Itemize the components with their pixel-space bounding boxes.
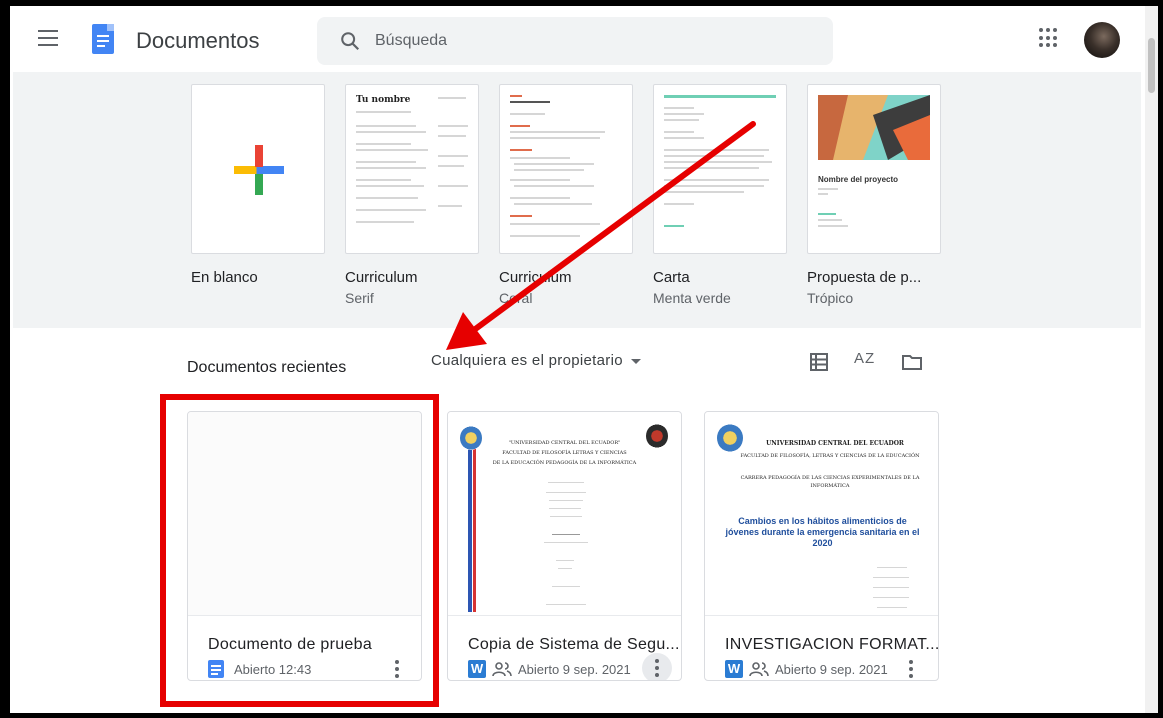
owner-filter-label: Cualquiera es el propietario <box>431 352 623 369</box>
template-name: Curriculum <box>345 269 418 286</box>
preview-faculty: FACULTAD DE FILOSOFÍA LETRAS Y CIENCIAS <box>502 450 627 456</box>
folder-picker-icon[interactable] <box>902 354 922 370</box>
template-thumbnail[interactable]: Tu nombre <box>345 84 479 254</box>
university-seal-icon <box>717 424 743 452</box>
template-curriculum-coral[interactable]: Curriculum Coral <box>499 84 633 306</box>
template-thumbnail[interactable] <box>499 84 633 254</box>
word-file-icon: W <box>725 660 743 678</box>
shared-users-icon <box>749 662 769 677</box>
app-title[interactable]: Documentos <box>136 28 260 54</box>
template-name: Carta <box>653 269 690 286</box>
preview-title: Cambios en los hábitos alimenticios de j… <box>725 516 920 548</box>
search-icon[interactable] <box>339 30 361 52</box>
more-options-icon[interactable] <box>899 655 923 680</box>
document-meta: W Abierto 9 sep. 2021 <box>725 660 888 678</box>
more-options-icon[interactable] <box>385 655 409 680</box>
template-thumbnail[interactable]: Nombre del proyecto <box>807 84 941 254</box>
app-window: Documentos Búsqueda En blanco Tu nombre … <box>10 6 1158 713</box>
document-card[interactable]: UNIVERSIDAD CENTRAL DEL ECUADOR FACULTAD… <box>704 411 939 681</box>
template-gallery: En blanco Tu nombre Curriculum Serif Cur… <box>13 72 1141 328</box>
template-blank[interactable]: En blanco <box>191 84 325 290</box>
top-bar: Documentos Búsqueda <box>10 6 1158 72</box>
document-card[interactable]: Documento de prueba Abierto 12:43 <box>187 411 422 681</box>
sort-az-icon[interactable]: AZ <box>854 350 875 367</box>
document-thumbnail[interactable]: "UNIVERSIDAD CENTRAL DEL ECUADOR" FACULT… <box>448 412 681 616</box>
owner-filter-dropdown[interactable]: Cualquiera es el propietario <box>431 352 641 369</box>
document-name: INVESTIGACION FORMAT... <box>725 636 939 653</box>
main-menu-icon[interactable] <box>38 30 58 46</box>
preview-university: UNIVERSIDAD CENTRAL DEL ECUADOR <box>766 440 904 447</box>
document-opened-time: Abierto 9 sep. 2021 <box>775 661 888 677</box>
preview-heading: Nombre del proyecto <box>818 175 899 184</box>
template-curriculum-serif[interactable]: Tu nombre Curriculum Serif <box>345 84 479 306</box>
template-name: En blanco <box>191 269 258 286</box>
page-scrollbar[interactable] <box>1145 6 1158 713</box>
scrollbar-thumb[interactable] <box>1148 38 1155 93</box>
tropico-artwork <box>818 95 930 160</box>
google-docs-icon <box>208 660 224 678</box>
preview-heading: Tu nombre <box>356 95 411 105</box>
template-propuesta[interactable]: Nombre del proyecto Propuesta de p... Tr… <box>807 84 941 306</box>
template-subtitle: Coral <box>499 290 533 306</box>
document-meta: Abierto 12:43 <box>208 660 311 678</box>
recent-documents-title: Documentos recientes <box>187 359 347 376</box>
word-file-icon: W <box>468 660 486 678</box>
template-carta[interactable]: Carta Menta verde <box>653 84 787 306</box>
document-opened-time: Abierto 12:43 <box>234 661 312 677</box>
preview-faculty: FACULTAD DE FILOSOFÍA, LETRAS Y CIENCIAS… <box>740 453 920 459</box>
document-name: Documento de prueba <box>208 636 373 653</box>
list-view-icon[interactable] <box>810 353 828 371</box>
preview-university: "UNIVERSIDAD CENTRAL DEL ECUADOR" <box>508 440 621 446</box>
preview-career: DE LA EDUCACIÓN PEDAGOGÍA DE LA INFORMÁT… <box>492 460 637 466</box>
caret-down-icon <box>630 358 641 364</box>
document-thumbnail[interactable]: UNIVERSIDAD CENTRAL DEL ECUADOR FACULTAD… <box>705 412 938 616</box>
template-subtitle: Serif <box>345 290 374 306</box>
template-name: Curriculum <box>499 269 572 286</box>
apps-grid-icon[interactable] <box>1039 28 1059 48</box>
avatar[interactable] <box>1084 22 1120 58</box>
document-opened-time: Abierto 9 sep. 2021 <box>518 661 631 677</box>
document-thumbnail[interactable] <box>188 412 421 616</box>
template-subtitle: Trópico <box>807 290 854 306</box>
document-meta: W Abierto 9 sep. 2021 <box>468 660 631 678</box>
template-subtitle: Menta verde <box>653 290 731 306</box>
document-name: Copia de Sistema de Segu... <box>468 636 680 653</box>
template-name: Propuesta de p... <box>807 269 922 286</box>
document-card[interactable]: "UNIVERSIDAD CENTRAL DEL ECUADOR" FACULT… <box>447 411 682 681</box>
search-input[interactable]: Búsqueda <box>375 32 447 50</box>
docs-logo-icon[interactable] <box>92 24 114 54</box>
university-seal-icon <box>460 426 482 450</box>
search-box[interactable]: Búsqueda <box>317 17 833 65</box>
template-thumbnail[interactable] <box>653 84 787 254</box>
plus-icon <box>234 166 284 174</box>
template-thumbnail[interactable] <box>191 84 325 254</box>
shared-users-icon <box>492 662 512 677</box>
more-options-icon[interactable] <box>642 653 672 680</box>
preview-career: CARRERA PEDAGOGÍA DE LAS CIENCIAS EXPERI… <box>740 475 920 489</box>
